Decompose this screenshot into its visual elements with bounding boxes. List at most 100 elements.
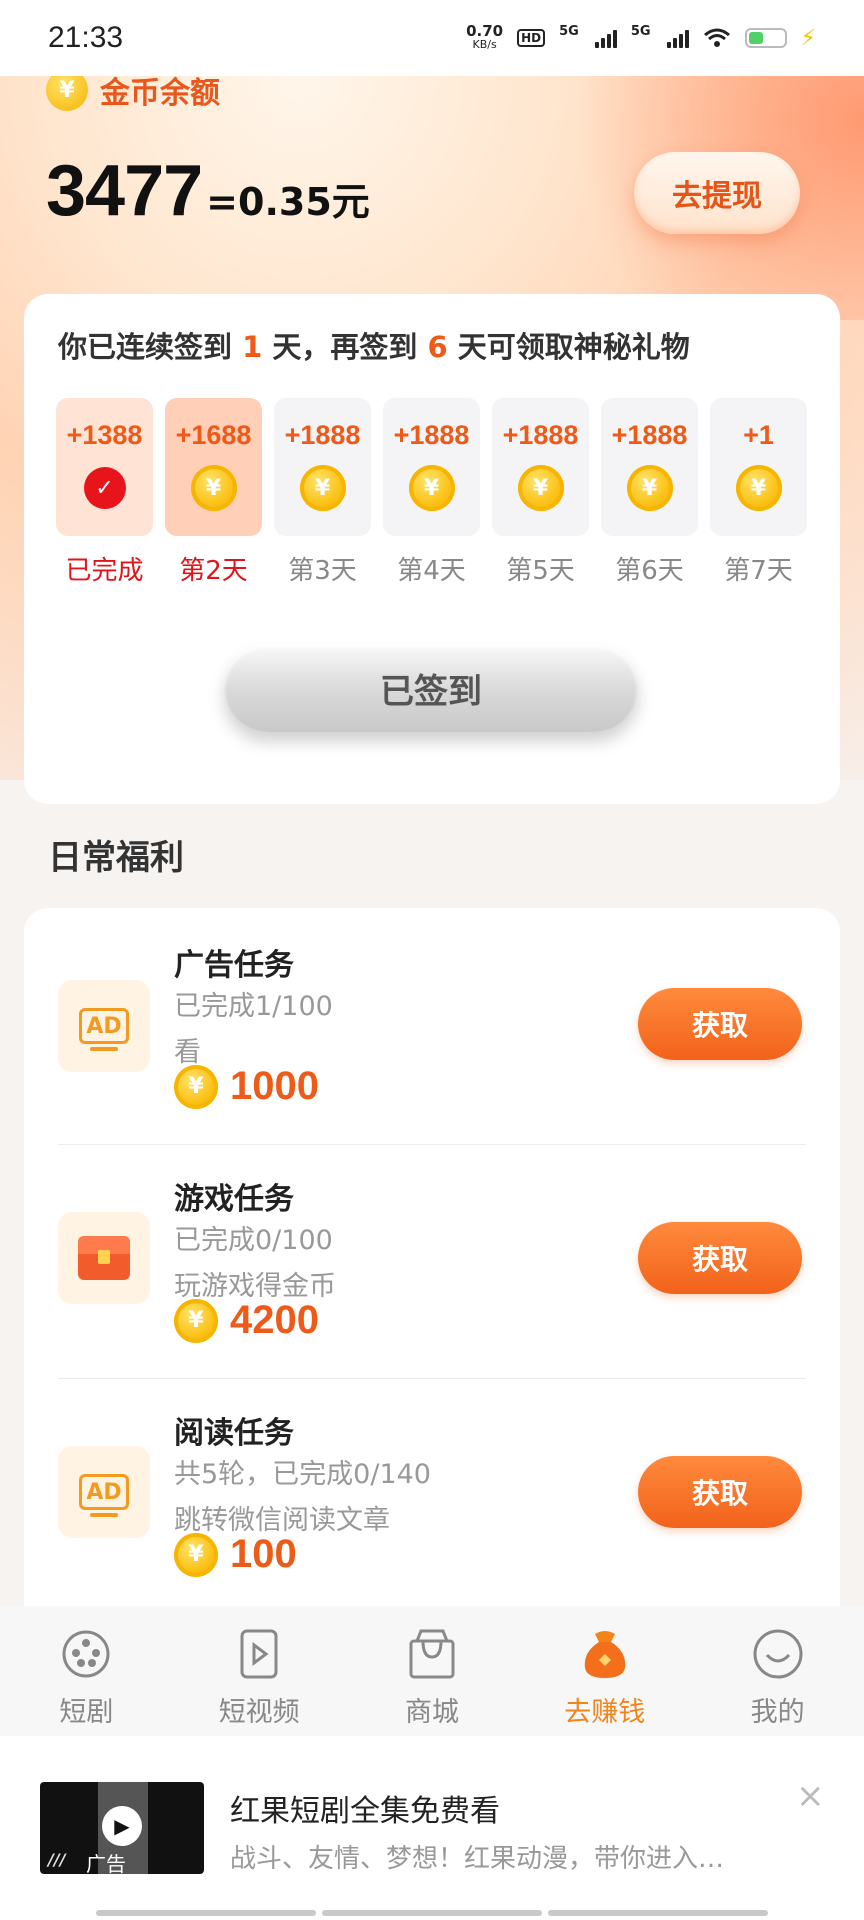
nav-label: 我的 xyxy=(750,1697,805,1728)
day-amount: +1 xyxy=(743,420,774,450)
bottom-nav: 短剧 短视频 商城 去赚钱 我的 xyxy=(0,1606,864,1736)
get-reading-task-button[interactable]: 获取 xyxy=(638,1456,802,1528)
coin-icon: ¥ xyxy=(190,465,237,511)
status-time: 21:33 xyxy=(48,21,124,54)
signin-day-3[interactable]: +1888 ¥ 第3天 xyxy=(274,398,371,587)
brand-logo-icon: /// xyxy=(48,1850,66,1869)
coin-icon: ¥ xyxy=(174,1532,218,1577)
signin-day-1[interactable]: +1388 ✓ 已完成 xyxy=(56,398,153,587)
task-ad: AD 广告任务 已完成1/100 看 ¥ 1000 获取 xyxy=(24,908,840,1144)
film-reel-icon xyxy=(58,1626,114,1682)
network-speed: 0.70 KB/s xyxy=(466,24,503,52)
nav-item-mall[interactable]: 商城 xyxy=(362,1626,502,1729)
nav-label: 去赚钱 xyxy=(564,1697,646,1728)
coin-icon: ¥ xyxy=(408,465,455,511)
signin-day-6[interactable]: +1888 ¥ 第6天 xyxy=(601,398,698,587)
charging-icon: ⚡ xyxy=(800,25,816,51)
task-title: 阅读任务 xyxy=(174,1416,294,1451)
day-label: 第7天 xyxy=(724,556,793,586)
task-reading: AD 阅读任务 共5轮，已完成0/140 跳转微信阅读文章 ¥ 100 获取 xyxy=(24,1378,840,1608)
nav-label: 商城 xyxy=(404,1697,459,1728)
task-progress: 共5轮，已完成0/140 xyxy=(174,1459,431,1490)
status-bar: 21:33 0.70 KB/s HD 5G 5G ⚡ xyxy=(0,0,864,76)
task-game: 游戏任务 已完成0/100 玩游戏得金币 ¥ 4200 获取 xyxy=(24,1144,840,1380)
get-game-task-button[interactable]: 获取 xyxy=(638,1222,802,1294)
task-progress: 已完成0/100 xyxy=(174,1225,333,1256)
tasks-card: AD 广告任务 已完成1/100 看 ¥ 1000 获取 游戏任务 已完成0/1… xyxy=(24,908,840,1608)
ad-task-icon: AD xyxy=(58,980,150,1072)
get-ad-task-button[interactable]: 获取 xyxy=(638,988,802,1060)
withdraw-button[interactable]: 去提现 xyxy=(634,152,800,234)
ad-banner[interactable]: ▶ /// 广告 红果短剧全集免费看 战斗、友情、梦想！红果动漫，带你进入… × xyxy=(0,1736,864,1920)
day-box: +1888 ¥ xyxy=(492,398,589,536)
balance-equivalent: =0.35元 xyxy=(206,180,370,224)
signin-card: 你已连续签到 1 天，再签到 6 天可领取神秘礼物 +1388 ✓ 已完成 +1… xyxy=(24,294,840,804)
signin-day-5[interactable]: +1888 ¥ 第5天 xyxy=(492,398,589,587)
nav-label: 短剧 xyxy=(59,1697,114,1728)
signal-5g-label-1: 5G xyxy=(559,24,579,39)
smiley-face-icon xyxy=(750,1626,806,1682)
signin-day-4[interactable]: +1888 ¥ 第4天 xyxy=(383,398,480,587)
signin-title-mid: 天，再签到 xyxy=(262,330,428,364)
day-box: +1888 ¥ xyxy=(274,398,371,536)
day-amount: +1888 xyxy=(284,420,361,450)
signin-title-suffix: 天可领取神秘礼物 xyxy=(447,330,690,364)
ad-thumbnail[interactable]: ▶ /// 广告 xyxy=(40,1782,204,1874)
play-icon: ▶ xyxy=(102,1806,142,1846)
signal-5g-label-2: 5G xyxy=(630,24,651,39)
signin-days: +1388 ✓ 已完成 +1688 ¥ 第2天 +1888 ¥ 第3天 +188… xyxy=(56,398,807,587)
ad-title[interactable]: 红果短剧全集免费看 xyxy=(230,1786,500,1830)
nav-label: 短视频 xyxy=(218,1697,300,1728)
day-label: 第5天 xyxy=(506,556,575,586)
coin-icon: ¥ xyxy=(517,465,564,511)
signin-day-7[interactable]: +1 ¥ 第7天 xyxy=(710,398,807,587)
days-signed: 1 xyxy=(242,330,263,364)
wifi-icon xyxy=(703,28,730,47)
close-icon[interactable]: × xyxy=(796,1776,825,1816)
days-left: 6 xyxy=(427,330,448,364)
network-speed-unit: KB/s xyxy=(472,38,497,51)
signin-title-prefix: 你已连续签到 xyxy=(58,330,243,364)
coin-icon: ¥ xyxy=(174,1064,218,1109)
nav-item-earn-money[interactable]: 去赚钱 xyxy=(535,1626,675,1729)
ad-tag: 广告 xyxy=(86,1852,126,1874)
nav-item-me[interactable]: 我的 xyxy=(708,1626,848,1729)
coin-icon: ¥ xyxy=(735,465,782,511)
day-amount: +1388 xyxy=(66,420,143,450)
money-bag-icon xyxy=(577,1626,633,1682)
day-label: 第2天 xyxy=(179,556,248,586)
signed-in-button[interactable]: 已签到 xyxy=(224,644,638,732)
nav-item-short-video[interactable]: 短视频 xyxy=(189,1626,329,1729)
coin-icon: ¥ xyxy=(174,1298,218,1343)
day-box: +1888 ¥ xyxy=(383,398,480,536)
signin-day-2[interactable]: +1688 ¥ 第2天 xyxy=(165,398,262,587)
day-box: +1688 ¥ xyxy=(165,398,262,536)
task-reward: ¥ 1000 xyxy=(174,1064,319,1109)
day-amount: +1888 xyxy=(502,420,579,450)
signal-icon xyxy=(594,28,617,48)
nav-item-short-drama[interactable]: 短剧 xyxy=(16,1626,156,1729)
day-box: +1888 ¥ xyxy=(601,398,698,536)
day-label: 已完成 xyxy=(65,556,144,586)
day-box: +1 ¥ xyxy=(710,398,807,536)
shopping-bag-icon xyxy=(404,1626,460,1682)
ad-description: 战斗、友情、梦想！红果动漫，带你进入… xyxy=(230,1844,725,1874)
reward-amount: 1000 xyxy=(230,1064,319,1108)
check-icon: ✓ xyxy=(83,467,126,509)
day-label: 第6天 xyxy=(615,556,684,586)
balance: 3477 =0.35元 xyxy=(46,150,370,232)
day-amount: +1888 xyxy=(393,420,470,450)
network-speed-value: 0.70 xyxy=(466,22,504,40)
battery-icon xyxy=(744,28,787,48)
signal-icon-2 xyxy=(666,28,689,48)
day-label: 第4天 xyxy=(397,556,466,586)
task-progress: 已完成1/100 xyxy=(174,991,333,1022)
coin-icon: ¥ xyxy=(626,465,673,511)
task-title: 广告任务 xyxy=(174,948,294,983)
ad-task-icon: AD xyxy=(58,1446,150,1538)
balance-amount: 3477 xyxy=(46,151,203,231)
day-amount: +1888 xyxy=(611,420,688,450)
day-box: +1388 ✓ xyxy=(56,398,153,536)
status-icons: 0.70 KB/s HD 5G 5G ⚡ xyxy=(466,24,816,52)
task-title: 游戏任务 xyxy=(174,1182,294,1217)
